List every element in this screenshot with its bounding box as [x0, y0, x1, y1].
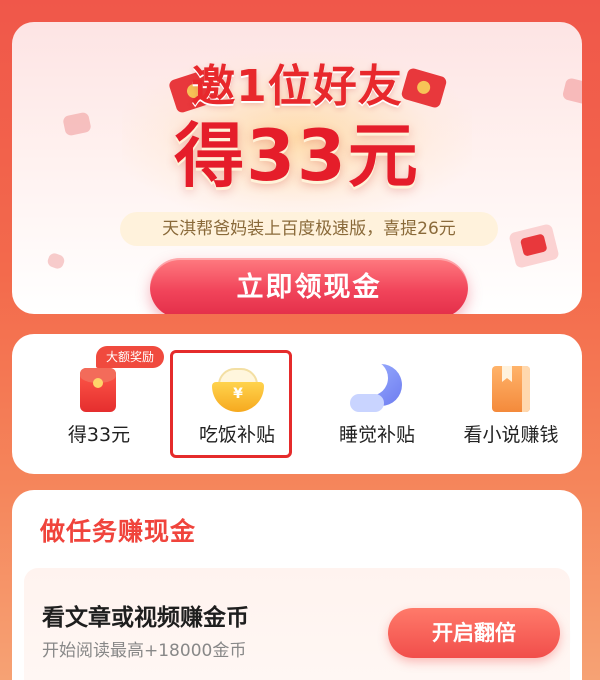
task-name: 看文章或视频赚金币: [42, 605, 249, 631]
claim-cash-button[interactable]: 立即领现金: [150, 258, 468, 314]
feature-item-label: 睡觉补贴: [338, 424, 415, 446]
task-description: 开始阅读最高+18000金币: [42, 641, 247, 661]
highlight-box: [170, 350, 292, 458]
cloud-shape: [350, 394, 384, 412]
task-card: 做任务赚现金 看文章或视频赚金币 开始阅读最高+18000金币 开启翻倍: [12, 490, 582, 680]
feature-item-label: 看小说赚钱: [463, 424, 559, 446]
task-section-title: 做任务赚现金: [40, 517, 197, 546]
start-double-button[interactable]: 开启翻倍: [388, 608, 560, 658]
task-item: 看文章或视频赚金币 开始阅读最高+18000金币 开启翻倍: [24, 568, 570, 680]
invite-promo-card: 邀1位好友 得33元 天淇帮爸妈装上百度极速版，喜提26元 立即领现金: [12, 22, 582, 314]
moon-icon: [350, 360, 402, 416]
book-icon: [492, 366, 530, 412]
feature-item-label: 得33元: [67, 424, 131, 446]
red-envelope-decoration-icon: [508, 223, 560, 269]
promo-ticker: 天淇帮爸妈装上百度极速版，喜提26元: [120, 212, 498, 246]
feature-item-novel-earn[interactable]: 看小说赚钱: [446, 334, 576, 474]
moon-cut-shape: [352, 360, 388, 396]
feature-row: 得33元 ¥ 吃饭补贴 睡觉补贴 看小说赚钱 大额奖励: [12, 334, 582, 474]
red-envelope-icon: [80, 368, 116, 412]
promo-headline-reward: 得33元: [174, 115, 420, 197]
bonus-badge: 大额奖励: [96, 346, 165, 368]
feature-item-sleep-subsidy[interactable]: 睡觉补贴: [312, 334, 442, 474]
red-envelope-decoration-icon: [46, 251, 66, 271]
